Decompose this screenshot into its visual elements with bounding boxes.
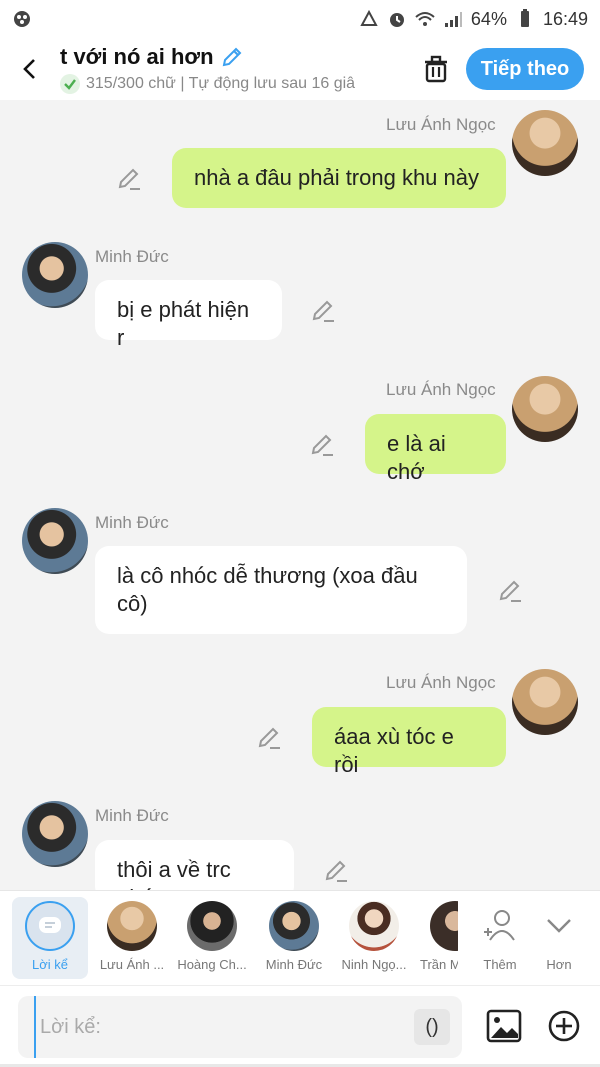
avatar[interactable] xyxy=(512,376,578,442)
signal-icon xyxy=(444,12,462,27)
app-notification-icon xyxy=(14,11,30,27)
status-bar: 64% 16:49 xyxy=(0,0,600,38)
character-label: Hoàng Ch... xyxy=(177,957,247,972)
editor-header: t với nó ai hơn 315/300 chữ | Tự động lư… xyxy=(0,38,600,100)
parenthesis-button[interactable]: () xyxy=(414,1009,450,1045)
add-more-button[interactable] xyxy=(542,1004,586,1048)
pencil-icon[interactable] xyxy=(310,297,336,323)
character-label: Ninh Ngọ... xyxy=(341,957,407,972)
sender-name: Lưu Ánh Ngọc xyxy=(386,380,496,399)
pencil-icon[interactable] xyxy=(309,431,335,457)
plus-circle-icon xyxy=(548,1010,580,1042)
check-icon xyxy=(60,74,80,94)
character-item[interactable]: Ninh Ngọ... xyxy=(334,897,414,972)
character-label: Lời kể xyxy=(32,957,68,972)
insert-image-button[interactable] xyxy=(482,1004,526,1048)
sender-name: Minh Đức xyxy=(95,806,169,825)
delete-button[interactable] xyxy=(406,38,466,100)
character-label: Hơn xyxy=(546,957,572,972)
back-button[interactable] xyxy=(0,38,60,100)
alarm-icon xyxy=(389,13,404,27)
chevron-down-icon xyxy=(534,901,584,951)
chat-area[interactable]: Lưu Ánh Ngọc nhà a đâu phải trong khu nà… xyxy=(0,100,600,890)
message-bubble[interactable]: thôi a về trc nhé xyxy=(95,840,294,890)
input-container: () xyxy=(18,996,462,1058)
message-bubble[interactable]: áaa xù tóc e rồi xyxy=(312,707,506,777)
add-person-icon xyxy=(475,901,525,951)
character-item[interactable]: Trần M xyxy=(414,897,458,972)
battery-percent: 64% xyxy=(470,8,507,29)
narration-icon xyxy=(25,901,75,951)
sender-name: Minh Đức xyxy=(95,513,169,532)
sender-name: Lưu Ánh Ngọc xyxy=(386,673,496,692)
pencil-icon[interactable] xyxy=(256,724,282,750)
avatar[interactable] xyxy=(22,508,88,574)
character-item[interactable]: Hoàng Ch... xyxy=(172,897,252,972)
word-count-autosave: 315/300 chữ | Tự động lưu sau 16 giâ xyxy=(86,75,356,92)
message-bubble[interactable]: e là ai chớ xyxy=(365,414,506,484)
recycle-icon xyxy=(360,9,378,26)
character-narrator[interactable]: Lời kể xyxy=(12,897,88,979)
avatar xyxy=(187,901,237,951)
pencil-icon[interactable] xyxy=(220,45,244,69)
sender-name: Minh Đức xyxy=(95,247,169,266)
more-characters-button[interactable]: Hơn xyxy=(522,897,596,972)
battery-icon xyxy=(520,9,529,27)
sender-name: Lưu Ánh Ngọc xyxy=(386,115,496,134)
character-label: Lưu Ánh ... xyxy=(99,957,165,972)
next-button[interactable]: Tiếp theo xyxy=(466,48,584,90)
message-bubble[interactable]: nhà a đâu phải trong khu này xyxy=(172,148,506,208)
avatar xyxy=(269,901,319,951)
avatar[interactable] xyxy=(512,669,578,735)
avatar[interactable] xyxy=(22,801,88,867)
pencil-icon[interactable] xyxy=(323,857,349,883)
avatar[interactable] xyxy=(512,110,578,176)
clock: 16:49 xyxy=(542,8,588,29)
message-bubble[interactable]: là cô nhóc dễ thương (xoa đầu cô) xyxy=(95,546,467,634)
trash-icon xyxy=(425,55,447,83)
pencil-icon[interactable] xyxy=(116,165,142,191)
message-bubble[interactable]: bị e phát hiện r xyxy=(95,280,282,350)
character-label: Trần M xyxy=(420,957,458,972)
input-bar: () xyxy=(0,985,600,1067)
pencil-icon[interactable] xyxy=(497,577,523,603)
character-selector: Lời kể Lưu Ánh ... Hoàng Ch... Minh Đức … xyxy=(0,890,600,985)
character-label: Minh Đức xyxy=(265,957,323,972)
avatar xyxy=(107,901,157,951)
image-icon xyxy=(486,1009,522,1043)
title-area: t với nó ai hơn 315/300 chữ | Tự động lư… xyxy=(60,44,406,94)
avatar[interactable] xyxy=(22,242,88,308)
story-title[interactable]: t với nó ai hơn xyxy=(60,44,214,70)
character-item[interactable]: Minh Đức xyxy=(254,897,334,972)
character-item[interactable]: Lưu Ánh ... xyxy=(92,897,172,972)
avatar xyxy=(349,901,399,951)
back-arrow-icon xyxy=(23,59,35,79)
message-input[interactable] xyxy=(34,996,404,1058)
avatar xyxy=(430,901,458,951)
wifi-icon xyxy=(415,12,435,26)
